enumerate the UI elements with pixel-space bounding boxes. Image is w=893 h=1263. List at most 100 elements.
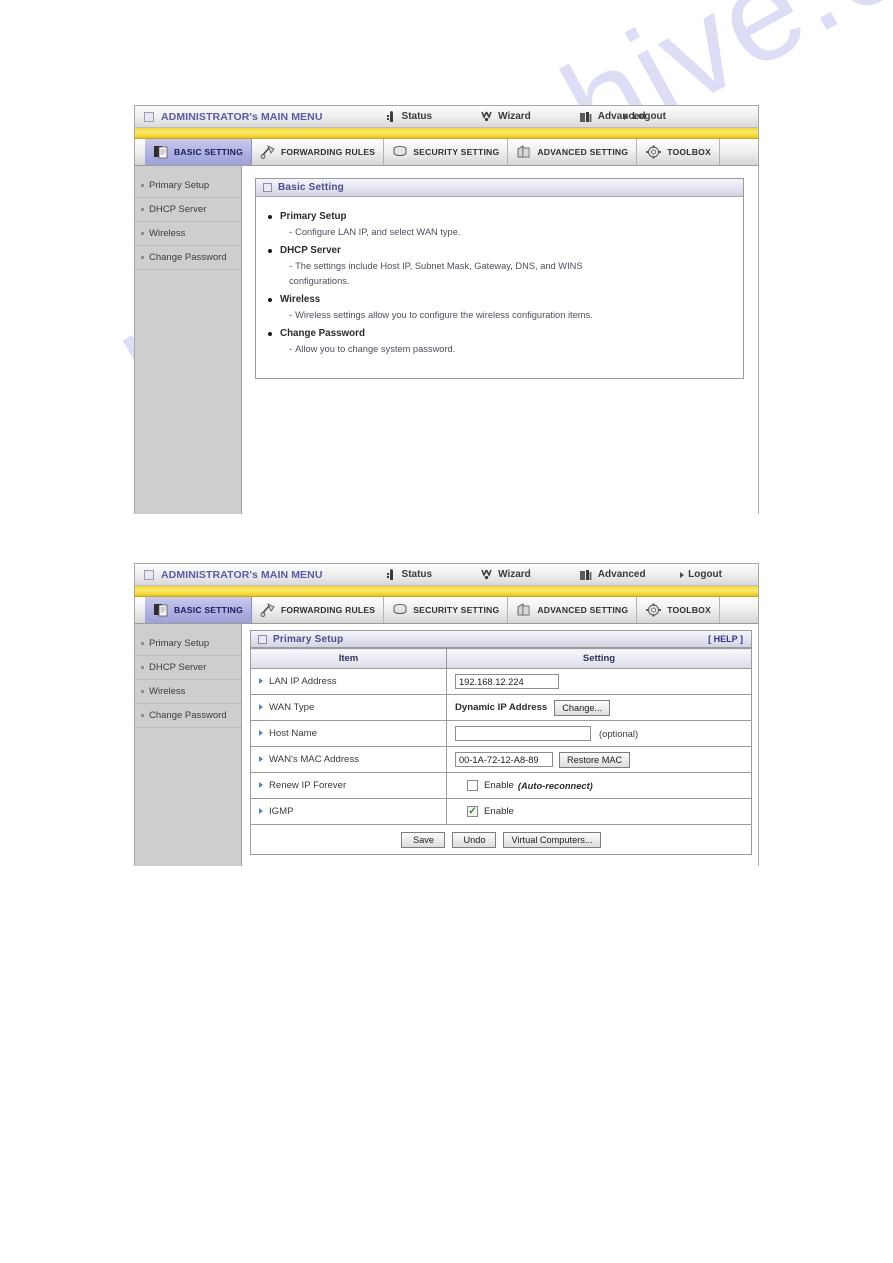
bullet-icon (141, 208, 144, 211)
entry-heading-change-password: Change Password (280, 328, 365, 339)
primary-setup-title-label: Primary Setup (273, 633, 344, 645)
virtual-computers-button[interactable]: Virtual Computers... (503, 831, 601, 848)
tab-label-toolbox: TOOLBOX (667, 147, 711, 157)
basic-setting-box: Basic Setting Primary Setup - Configure L… (255, 178, 744, 379)
sidebar-item-wireless[interactable]: Wireless (135, 222, 241, 246)
basic-setting-title-label: Basic Setting (278, 182, 344, 193)
basic-setting-icon (153, 603, 169, 617)
igmp-checkbox[interactable]: ✓ (467, 806, 478, 817)
top-menu-label-status: Status (401, 569, 433, 580)
window-box-icon (144, 111, 154, 122)
top-menu-item-status[interactable]: Status (385, 110, 432, 123)
admin-main-menu-title: ADMINISTRATOR's MAIN MENU (161, 110, 323, 123)
restore-mac-button[interactable]: Restore MAC (559, 751, 631, 768)
tab-basic-setting[interactable]: BASIC SETTING (145, 139, 252, 165)
list-item: Change Password - Allow you to change sys… (268, 328, 733, 357)
advanced-setting-icon (516, 145, 532, 159)
content-basic-setting: Basic Setting Primary Setup - Configure L… (242, 166, 758, 514)
tab-security-setting[interactable]: SECURITY SETTING (384, 139, 509, 165)
sidebar-item-wireless[interactable]: Wireless (135, 680, 241, 704)
help-link[interactable]: [ HELP ] (708, 634, 743, 644)
top-menu-label-wizard: Wizard (498, 111, 531, 122)
row-label-host-name: Host Name (250, 720, 447, 747)
table-row-wan-type: WAN Type Dynamic IP Address Change... (250, 694, 752, 721)
entry-desc-dhcp-server: The settings include Host IP, Subnet Mas… (289, 261, 583, 286)
tab-advanced-setting[interactable]: ADVANCED SETTING (508, 597, 638, 623)
row-label-igmp: IGMP (250, 798, 447, 825)
lan-ip-address-input[interactable]: 192.168.12.224 (455, 674, 559, 689)
entry-desc-wireless: Wireless settings allow you to configure… (295, 310, 593, 320)
router-panel-primary-setup: ADMINISTRATOR's MAIN MENU Status Wizard … (134, 563, 759, 866)
sidebar-item-change-password[interactable]: Change Password (135, 246, 241, 270)
sidebar-label-primary-setup: Primary Setup (149, 180, 210, 191)
content-primary-setup: Primary Setup [ HELP ] Item Setting LAN … (242, 624, 758, 866)
tab-security-setting[interactable]: SECURITY SETTING (384, 597, 509, 623)
tab-basic-setting[interactable]: BASIC SETTING (145, 597, 252, 623)
sidebar-basic: Primary Setup DHCP Server Wireless Chang… (135, 166, 242, 514)
tab-label-forwarding-rules: FORWARDING RULES (280, 605, 376, 615)
top-menu-item-wizard[interactable]: Wizard (480, 569, 531, 581)
row-setting-igmp: ✓ Enable (446, 798, 752, 825)
row-setting-lan-ip-address: 192.168.12.224 (446, 668, 752, 695)
undo-button[interactable]: Undo (452, 831, 497, 848)
bullet-icon (268, 332, 272, 336)
forwarding-rules-icon (260, 603, 276, 617)
sidebar-item-dhcp-server[interactable]: DHCP Server (135, 656, 241, 680)
table-row-renew-ip-forever: Renew IP Forever Enable (Auto-reconnect) (250, 772, 752, 799)
top-menu-item-advanced[interactable]: Advanced (579, 569, 646, 581)
host-name-input[interactable] (455, 726, 591, 741)
collapse-box-icon (263, 183, 272, 192)
top-menu-item-logout[interactable]: Logout (680, 569, 722, 580)
row-setting-wan-mac-address: 00-1A-72-12-A8-89 Restore MAC (446, 746, 752, 773)
column-header-item: Item (250, 648, 447, 669)
logout-arrow-icon (680, 571, 685, 578)
bullet-icon (141, 714, 144, 717)
row-label-lan-ip-address: LAN IP Address (250, 668, 447, 695)
action-button-bar: Save Undo Virtual Computers... (250, 825, 752, 855)
entry-heading-wireless: Wireless (280, 294, 321, 305)
wan-mac-address-input[interactable]: 00-1A-72-12-A8-89 (455, 752, 553, 767)
tab-bar: BASIC SETTING FORWARDING RULES SECURITY … (135, 597, 758, 624)
security-setting-icon (392, 603, 408, 617)
sidebar-item-primary-setup[interactable]: Primary Setup (135, 174, 241, 198)
triangle-bullet-icon (259, 704, 263, 711)
top-menu-item-status[interactable]: Status (385, 568, 433, 581)
save-button[interactable]: Save (401, 831, 446, 848)
window-box-icon (144, 569, 154, 580)
column-header-setting: Setting (446, 648, 752, 669)
security-setting-icon (392, 145, 408, 159)
tab-toolbox[interactable]: TOOLBOX (637, 139, 720, 165)
basic-setting-list: Primary Setup - Configure LAN IP, and sel… (268, 211, 733, 357)
tab-toolbox[interactable]: TOOLBOX (637, 597, 720, 623)
row-label-wan-type: WAN Type (250, 694, 447, 721)
basic-setting-box-body: Primary Setup - Configure LAN IP, and sel… (256, 197, 743, 378)
table-header-row: Item Setting (250, 648, 752, 669)
bullet-icon (141, 690, 144, 693)
triangle-bullet-icon (259, 678, 263, 685)
change-button[interactable]: Change... (554, 699, 611, 716)
top-menu-item-logout[interactable]: Logout (624, 111, 666, 122)
triangle-bullet-icon (259, 756, 263, 763)
top-menu-label-logout: Logout (688, 569, 722, 580)
renew-ip-forever-checkbox[interactable] (467, 780, 478, 791)
row-setting-renew-ip-forever: Enable (Auto-reconnect) (446, 772, 752, 799)
dash-icon: - (289, 344, 293, 354)
primary-setup-table: Item Setting LAN IP Address 192.168.12.2… (250, 648, 752, 825)
sidebar-label-wireless: Wireless (149, 686, 186, 697)
sidebar-item-primary-setup[interactable]: Primary Setup (135, 632, 241, 656)
triangle-bullet-icon (259, 782, 263, 789)
advanced-icon (579, 569, 593, 581)
tab-forwarding-rules[interactable]: FORWARDING RULES (252, 139, 385, 165)
list-item: Primary Setup - Configure LAN IP, and sel… (268, 211, 733, 240)
top-menu-item-wizard[interactable]: Wizard (480, 111, 531, 123)
entry-heading-dhcp-server: DHCP Server (280, 245, 341, 256)
tab-forwarding-rules[interactable]: FORWARDING RULES (252, 597, 385, 623)
list-item: Wireless - Wireless settings allow you to… (268, 294, 733, 323)
checkmark-icon: ✓ (468, 806, 477, 817)
sidebar-item-change-password[interactable]: Change Password (135, 704, 241, 728)
sidebar-item-dhcp-server[interactable]: DHCP Server (135, 198, 241, 222)
wan-type-value: Dynamic IP Address (455, 702, 548, 713)
tab-advanced-setting[interactable]: ADVANCED SETTING (508, 139, 638, 165)
bullet-icon (141, 232, 144, 235)
status-icon (385, 568, 397, 581)
